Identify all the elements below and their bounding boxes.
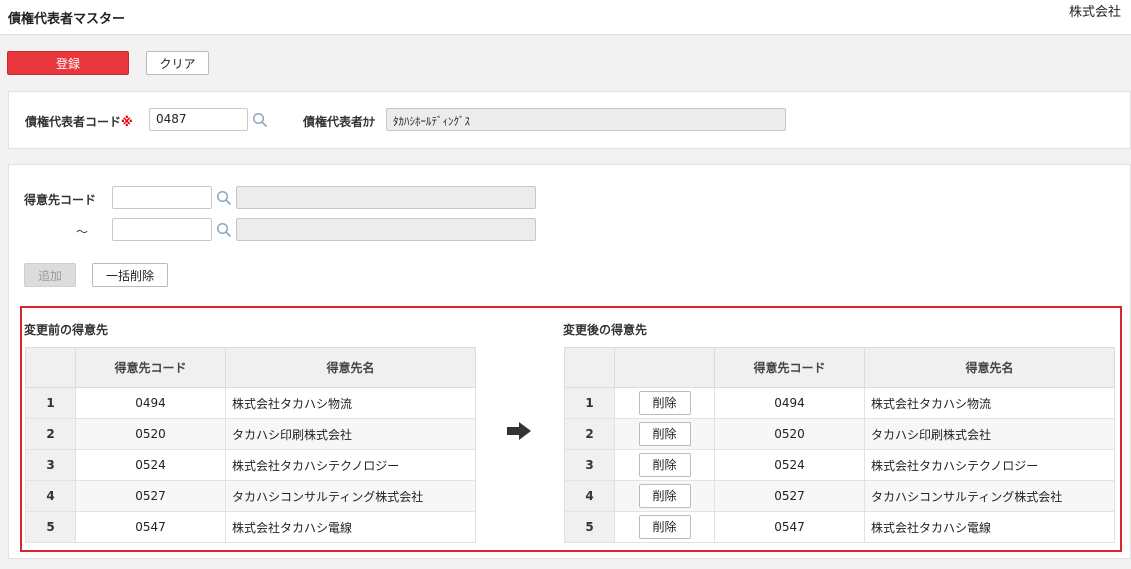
customer-name-from-field	[236, 186, 536, 209]
action-cell: 削除	[614, 387, 715, 419]
customer-name-cell: タカハシコンサルティング株式会社	[225, 480, 476, 512]
column-header-code: 得意先コード	[714, 347, 865, 388]
rep-kana-label: 債権代表者ｶﾅ	[303, 115, 376, 129]
column-header-index	[564, 347, 615, 388]
customer-name-cell: タカハシ印刷株式会社	[225, 418, 476, 450]
row-number: 2	[25, 418, 76, 450]
customer-name-cell: 株式会社タカハシ電線	[225, 511, 476, 543]
before-section-title: 変更前の得意先	[24, 323, 109, 337]
row-number: 5	[25, 511, 76, 543]
company-name: 株式会社	[1068, 5, 1121, 20]
after-table: 得意先コード 得意先名 1 削除 0494 株式会社タカハシ物流 2 削除 05…	[564, 347, 1115, 543]
rep-code-label-text: 債権代表者コード	[25, 115, 122, 129]
table-row: 3 削除 0524 株式会社タカハシテクノロジー	[564, 449, 1115, 481]
table-header-row: 得意先コード 得意先名	[564, 347, 1115, 388]
table-row: 2 削除 0520 タカハシ印刷株式会社	[564, 418, 1115, 450]
register-button[interactable]: 登録	[7, 51, 129, 75]
row-number: 1	[25, 387, 76, 419]
table-row: 5 0547 株式会社タカハシ電線	[25, 511, 476, 543]
delete-row-button[interactable]: 削除	[638, 515, 691, 539]
rep-code-input[interactable]: 0487	[149, 108, 248, 131]
row-number: 4	[564, 480, 615, 512]
column-header-name: 得意先名	[225, 347, 476, 388]
customer-name-cell: 株式会社タカハシ物流	[864, 387, 1115, 419]
add-button[interactable]: 追加	[24, 263, 76, 287]
clear-button[interactable]: クリア	[146, 51, 209, 75]
delete-row-button[interactable]: 削除	[638, 484, 691, 508]
row-number: 1	[564, 387, 615, 419]
column-header-action	[614, 347, 715, 388]
table-row: 4 0527 タカハシコンサルティング株式会社	[25, 480, 476, 512]
delete-row-button[interactable]: 削除	[638, 422, 691, 446]
customer-code-cell: 0520	[714, 418, 865, 450]
table-row: 2 0520 タカハシ印刷株式会社	[25, 418, 476, 450]
customer-code-cell: 0527	[714, 480, 865, 512]
customer-name-cell: タカハシ印刷株式会社	[864, 418, 1115, 450]
column-header-index	[25, 347, 76, 388]
rep-code-label: 債権代表者コード※	[25, 113, 133, 130]
customer-name-to-field	[236, 218, 536, 241]
table-row: 3 0524 株式会社タカハシテクノロジー	[25, 449, 476, 481]
page-title: 債権代表者マスター	[8, 12, 126, 27]
customer-name-cell: 株式会社タカハシ電線	[864, 511, 1115, 543]
bulk-delete-button[interactable]: 一括削除	[92, 263, 168, 287]
customer-code-to-input[interactable]	[112, 218, 212, 241]
representative-panel: 債権代表者コード※ 0487 債権代表者ｶﾅ ﾀｶﾊｼﾎｰﾙﾃﾞｨﾝｸﾞｽ	[8, 91, 1131, 149]
row-number: 3	[564, 449, 615, 481]
column-header-name: 得意先名	[864, 347, 1115, 388]
action-cell: 削除	[614, 511, 715, 543]
customer-code-cell: 0547	[714, 511, 865, 543]
before-table: 得意先コード 得意先名 1 0494 株式会社タカハシ物流 2 0520 タカハ…	[25, 347, 476, 543]
customer-code-from-input[interactable]	[112, 186, 212, 209]
customer-code-label: 得意先コード	[24, 193, 97, 207]
customer-name-cell: 株式会社タカハシテクノロジー	[225, 449, 476, 481]
search-icon[interactable]	[216, 222, 232, 238]
customer-name-cell: 株式会社タカハシテクノロジー	[864, 449, 1115, 481]
required-mark: ※	[121, 115, 133, 129]
action-cell: 削除	[614, 480, 715, 512]
delete-row-button[interactable]: 削除	[638, 453, 691, 477]
table-row: 4 削除 0527 タカハシコンサルティング株式会社	[564, 480, 1115, 512]
row-number: 2	[564, 418, 615, 450]
action-cell: 削除	[614, 449, 715, 481]
table-row: 1 0494 株式会社タカハシ物流	[25, 387, 476, 419]
top-bar: 債権代表者マスター 株式会社	[0, 0, 1131, 35]
table-row: 1 削除 0494 株式会社タカハシ物流	[564, 387, 1115, 419]
row-number: 4	[25, 480, 76, 512]
customer-code-cell: 0524	[714, 449, 865, 481]
table-row: 5 削除 0547 株式会社タカハシ電線	[564, 511, 1115, 543]
delete-row-button[interactable]: 削除	[638, 391, 691, 415]
table-header-row: 得意先コード 得意先名	[25, 347, 476, 388]
customer-code-cell: 0494	[75, 387, 226, 419]
column-header-code: 得意先コード	[75, 347, 226, 388]
customer-name-cell: タカハシコンサルティング株式会社	[864, 480, 1115, 512]
row-number: 3	[25, 449, 76, 481]
row-number: 5	[564, 511, 615, 543]
customer-code-cell: 0520	[75, 418, 226, 450]
customer-code-cell: 0524	[75, 449, 226, 481]
customer-code-cell: 0547	[75, 511, 226, 543]
range-tilde: ～	[76, 225, 89, 239]
arrow-right-icon	[507, 422, 531, 440]
customer-code-cell: 0494	[714, 387, 865, 419]
search-icon[interactable]	[216, 190, 232, 206]
rep-kana-field: ﾀｶﾊｼﾎｰﾙﾃﾞｨﾝｸﾞｽ	[386, 108, 786, 131]
action-cell: 削除	[614, 418, 715, 450]
search-icon[interactable]	[252, 112, 268, 128]
after-section-title: 変更後の得意先	[563, 323, 648, 337]
customer-code-cell: 0527	[75, 480, 226, 512]
customer-name-cell: 株式会社タカハシ物流	[225, 387, 476, 419]
